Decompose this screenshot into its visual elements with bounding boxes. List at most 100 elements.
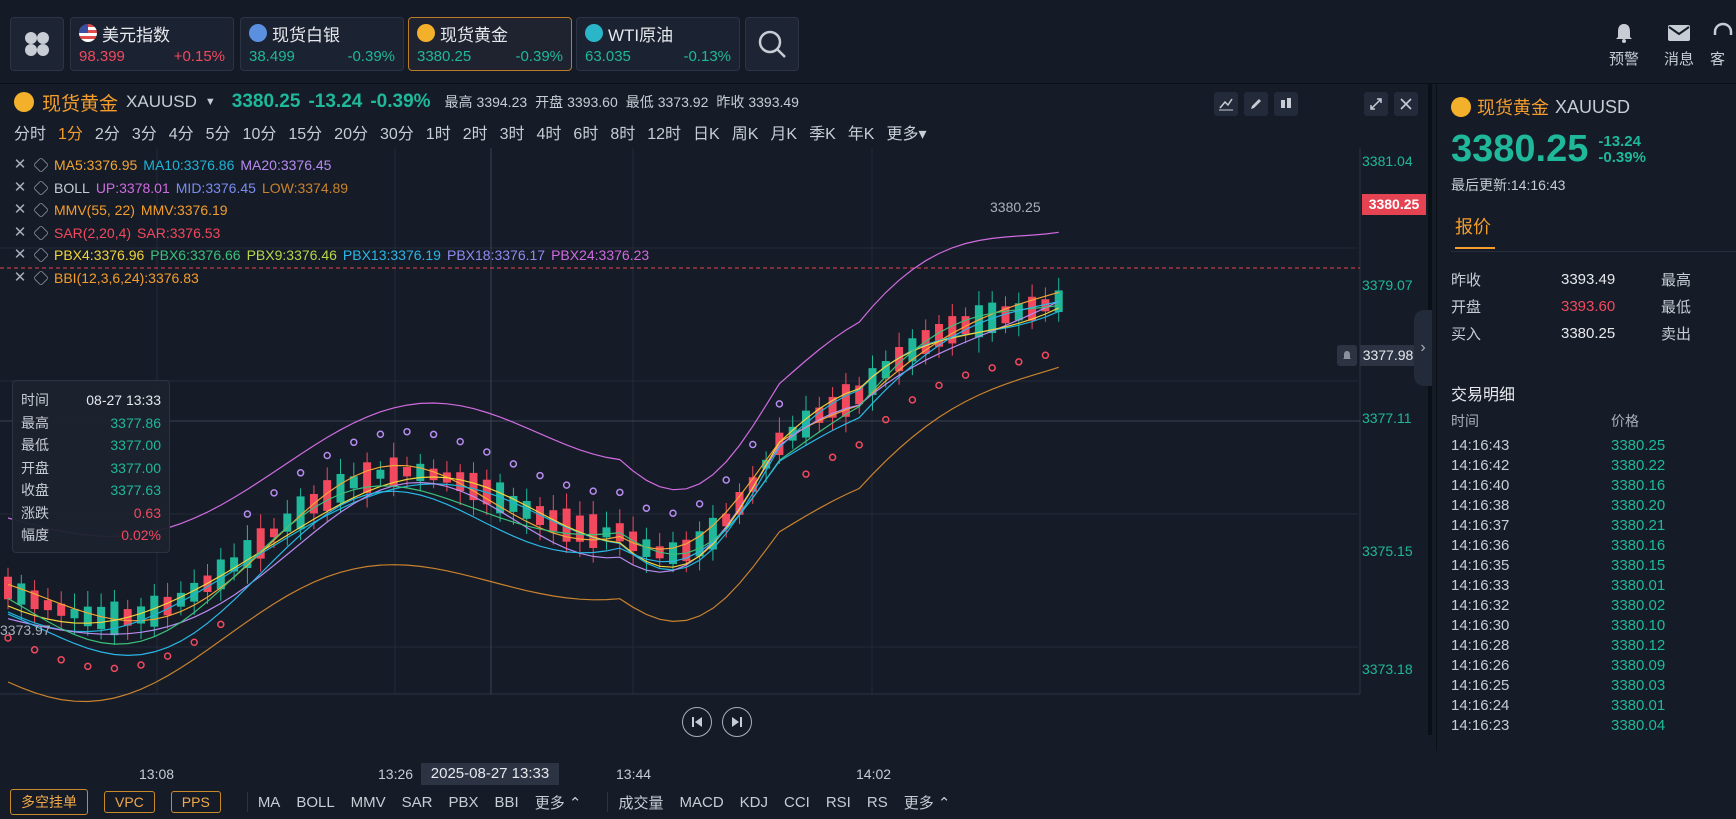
period-tab[interactable]: 月K xyxy=(770,120,797,144)
line-tool-icon[interactable] xyxy=(1214,92,1238,116)
main-indicator-button[interactable]: PBX xyxy=(449,794,479,811)
period-tab[interactable]: 5分 xyxy=(206,120,231,144)
sub-indicator-button[interactable]: CCI xyxy=(784,794,810,811)
period-tab[interactable]: 更多▾ xyxy=(886,120,926,144)
price-change-pct: -0.39% xyxy=(370,91,431,112)
ticker-gold[interactable]: 现货黄金 3380.25 -0.39% xyxy=(408,17,572,71)
trade-row: 14:16:38 3380.20 xyxy=(1451,495,1736,515)
close-icon[interactable] xyxy=(1394,92,1418,116)
settings-icon[interactable] xyxy=(33,269,49,286)
sub-indicator-button[interactable]: RS xyxy=(867,794,888,811)
expand-icon[interactable] xyxy=(1364,92,1388,116)
main-indicator-button[interactable]: MA xyxy=(258,794,281,811)
chevron-down-icon[interactable]: ▼ xyxy=(205,96,216,108)
trade-row: 14:16:26 3380.09 xyxy=(1451,655,1736,675)
main-indicator-button[interactable]: SAR xyxy=(402,794,433,811)
sub-indicator-button[interactable]: 更多 ⌃ xyxy=(904,792,951,813)
settings-icon[interactable] xyxy=(33,247,49,264)
sar-dot xyxy=(802,470,810,478)
overlay-toggle-button[interactable]: VPC xyxy=(104,791,155,813)
trade-row: 14:16:35 3380.15 xyxy=(1451,555,1736,575)
quote-label: 开盘 xyxy=(1451,299,1482,316)
ticker-change: -0.39% xyxy=(515,48,563,65)
candle xyxy=(17,574,26,620)
search-button[interactable] xyxy=(745,17,799,71)
close-icon[interactable]: ✕ xyxy=(12,244,28,267)
symbol-code[interactable]: XAUUSD xyxy=(126,92,197,112)
period-tab[interactable]: 周K xyxy=(732,120,759,144)
message-button[interactable]: 消息 xyxy=(1654,22,1704,69)
period-tab[interactable]: 10分 xyxy=(243,120,277,144)
sub-indicator-button[interactable]: 成交量 xyxy=(618,792,663,813)
trade-price: 3380.01 xyxy=(1611,576,1666,594)
sub-indicator-button[interactable]: MACD xyxy=(679,794,723,811)
period-tab[interactable]: 15分 xyxy=(288,120,322,144)
period-tab[interactable]: 日K xyxy=(693,120,720,144)
close-icon[interactable]: ✕ xyxy=(12,222,28,245)
sub-indicator-button[interactable]: KDJ xyxy=(740,794,768,811)
close-icon[interactable]: ✕ xyxy=(12,177,28,200)
period-tab[interactable]: 4时 xyxy=(537,120,562,144)
overlay-toggle-button[interactable]: 多空挂单 xyxy=(10,789,88,815)
main-indicator-button[interactable]: MMV xyxy=(351,794,386,811)
period-tab[interactable]: 20分 xyxy=(334,120,368,144)
candle-style-icon[interactable] xyxy=(1274,92,1298,116)
period-tab[interactable]: 6时 xyxy=(573,120,598,144)
divider xyxy=(607,792,609,812)
period-tab[interactable]: 1分 xyxy=(58,120,83,144)
price-alert-bell-icon[interactable] xyxy=(1337,345,1357,366)
period-tab[interactable]: 季K xyxy=(809,120,836,144)
period-tab[interactable]: 12时 xyxy=(647,120,681,144)
settings-icon[interactable] xyxy=(33,157,49,174)
ticker-usd-index[interactable]: 美元指数 98.399 +0.15% xyxy=(70,17,234,71)
settings-icon[interactable] xyxy=(33,224,49,241)
ticker-name: WTI原油 xyxy=(608,25,674,45)
close-icon[interactable]: ✕ xyxy=(12,267,28,290)
period-tab[interactable]: 4分 xyxy=(169,120,194,144)
candle xyxy=(562,493,571,554)
divider xyxy=(1451,251,1736,252)
overlay-toggle-button[interactable]: PPS xyxy=(170,791,221,813)
settings-icon[interactable] xyxy=(33,179,49,196)
skip-forward-button[interactable] xyxy=(722,707,752,737)
pencil-icon[interactable] xyxy=(1244,92,1268,116)
period-tab[interactable]: 1时 xyxy=(426,120,451,144)
expand-panel-chevron-icon[interactable]: › xyxy=(1414,310,1432,386)
high-label: 最高 xyxy=(444,94,473,110)
search-icon xyxy=(758,30,786,58)
indicator-value: PBX24:3376.23 xyxy=(551,247,650,263)
trade-row: 14:16:43 3380.25 xyxy=(1451,435,1736,455)
sub-indicator-button[interactable]: RSI xyxy=(826,794,851,811)
period-tab[interactable]: 30分 xyxy=(380,120,414,144)
close-icon[interactable]: ✕ xyxy=(12,199,28,222)
main-indicator-button[interactable]: BOLL xyxy=(296,794,334,811)
oil-icon xyxy=(585,24,603,42)
skip-back-button[interactable] xyxy=(682,707,712,737)
price-tick: 3377.11 xyxy=(1362,410,1412,426)
ticker-silver[interactable]: 现货白银 38.499 -0.39% xyxy=(240,17,404,71)
period-tab[interactable]: 2时 xyxy=(463,120,488,144)
main-indicator-button[interactable]: BBI xyxy=(495,794,519,811)
trades-list: 14:16:43 3380.25 14:16:42 3380.22 14:16:40 33… xyxy=(1451,435,1736,735)
ticker-oil[interactable]: WTI原油 63.035 -0.13% xyxy=(576,17,740,71)
main-indicator-button[interactable]: 更多 ⌃ xyxy=(535,792,582,813)
close-icon[interactable]: ✕ xyxy=(12,154,28,177)
period-tab[interactable]: 年K xyxy=(848,120,875,144)
trade-row: 14:16:32 3380.02 xyxy=(1451,595,1736,615)
period-tab[interactable]: 2分 xyxy=(95,120,120,144)
candle xyxy=(589,501,598,563)
period-tab[interactable]: 8时 xyxy=(610,120,635,144)
period-tab[interactable]: 3分 xyxy=(132,120,157,144)
service-button[interactable]: 客 xyxy=(1710,22,1736,69)
sar-dot xyxy=(828,453,837,462)
period-tab[interactable]: 3时 xyxy=(500,120,525,144)
period-tab[interactable]: 分时 xyxy=(14,120,46,144)
service-label: 客 xyxy=(1710,51,1726,68)
candle xyxy=(256,514,265,572)
grid-menu-button[interactable] xyxy=(10,17,64,71)
info-value: 0.63 xyxy=(133,504,161,521)
alert-button[interactable]: 预警 xyxy=(1599,22,1649,69)
price-tick: 3379.07 xyxy=(1362,277,1413,293)
settings-icon[interactable] xyxy=(33,202,49,219)
tab-quote[interactable]: 报价 xyxy=(1455,213,1495,249)
